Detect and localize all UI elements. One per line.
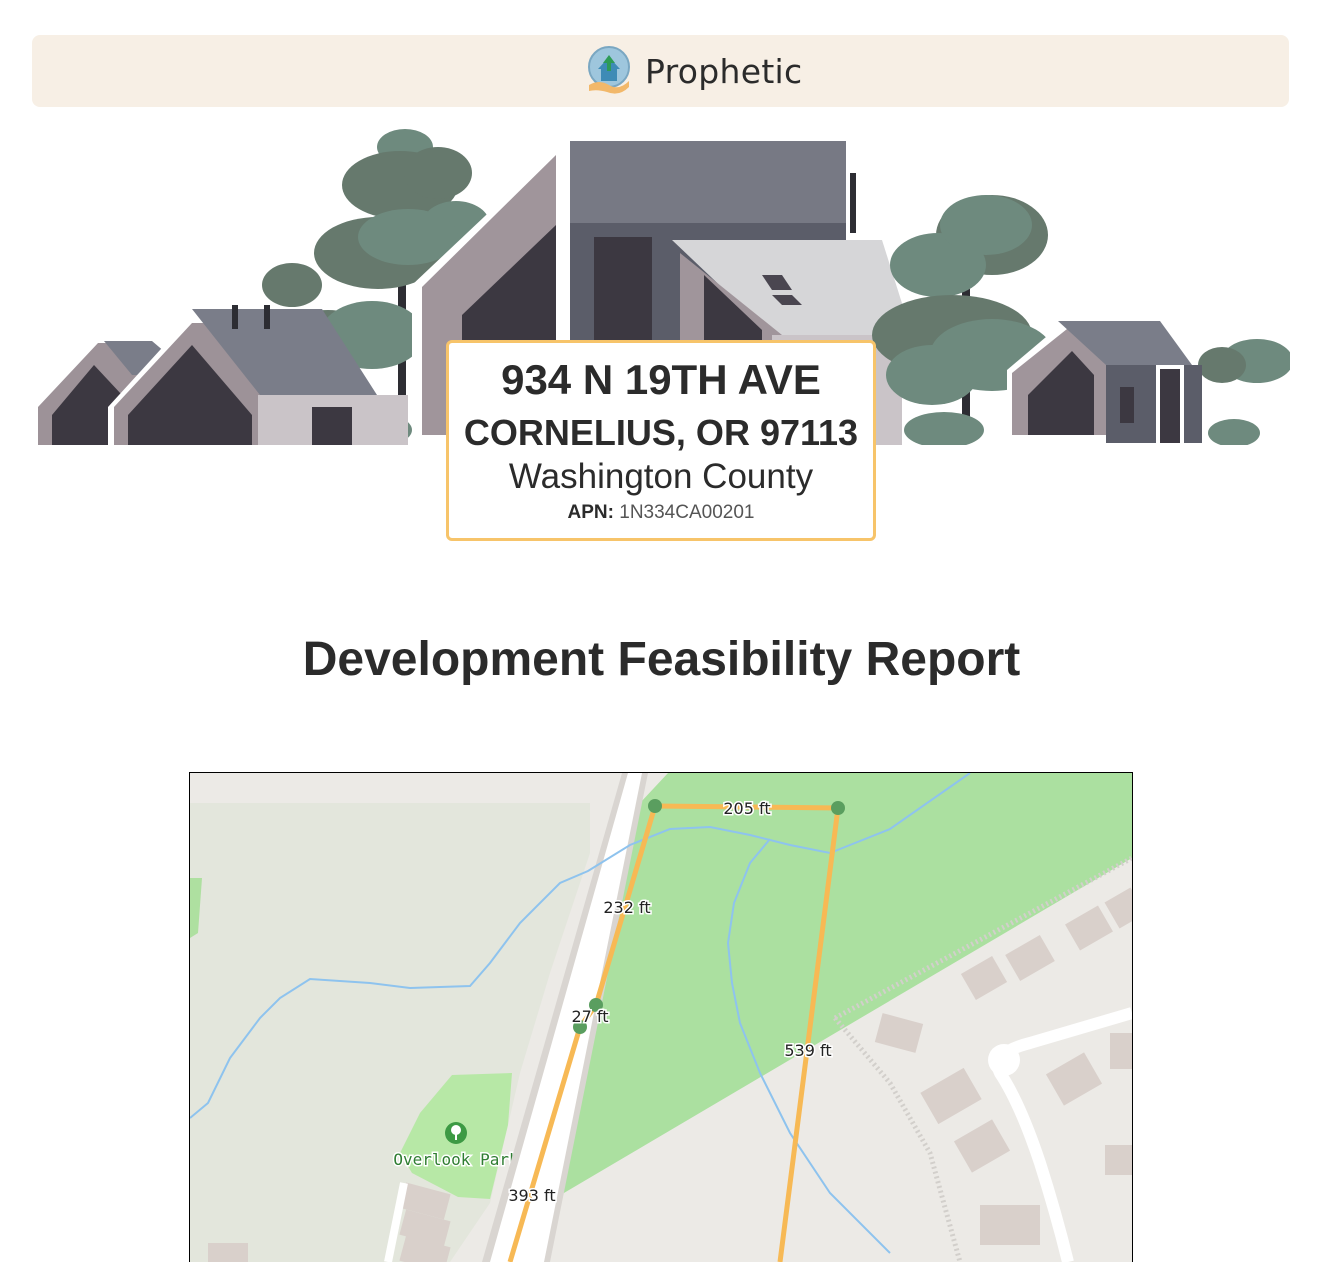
brand[interactable]: Prophetic	[585, 45, 802, 97]
edge-length-label: 27 ft	[571, 1007, 608, 1026]
header-bar: Prophetic	[32, 35, 1289, 107]
city-state-zip: CORNELIUS, OR 97113	[463, 412, 859, 453]
edge-length-label: 205 ft	[723, 799, 770, 818]
edge-length-label: 232 ft	[603, 898, 650, 917]
park-icon	[445, 1122, 467, 1144]
address-card: 934 N 19TH AVE CORNELIUS, OR 97113 Washi…	[446, 340, 876, 541]
county-name: Washington County	[508, 457, 814, 496]
parcel-vertex[interactable]	[648, 799, 662, 813]
parcel-vertex[interactable]	[831, 801, 845, 815]
apn-row: APN: 1N334CA00201	[449, 502, 873, 524]
overlook-park-label: Overlook Park	[393, 1150, 519, 1169]
apn-value: 1N334CA00201	[619, 502, 755, 523]
brand-name: Prophetic	[645, 51, 803, 91]
prophetic-logo-icon	[588, 46, 630, 94]
edge-length-label: 393 ft	[508, 1186, 555, 1205]
edge-length-label: 539 ft	[784, 1041, 831, 1060]
map-canvas[interactable]: Overlook Park 205 ft 232 ft 27 ft 539 ft…	[190, 773, 1132, 1262]
apn-label: APN:	[567, 502, 614, 523]
report-title: Development Feasibility Report	[302, 633, 1021, 686]
street-address: 934 N 19TH AVE	[501, 356, 821, 403]
parcel-map[interactable]: Overlook Park 205 ft 232 ft 27 ft 539 ft…	[189, 772, 1133, 1262]
